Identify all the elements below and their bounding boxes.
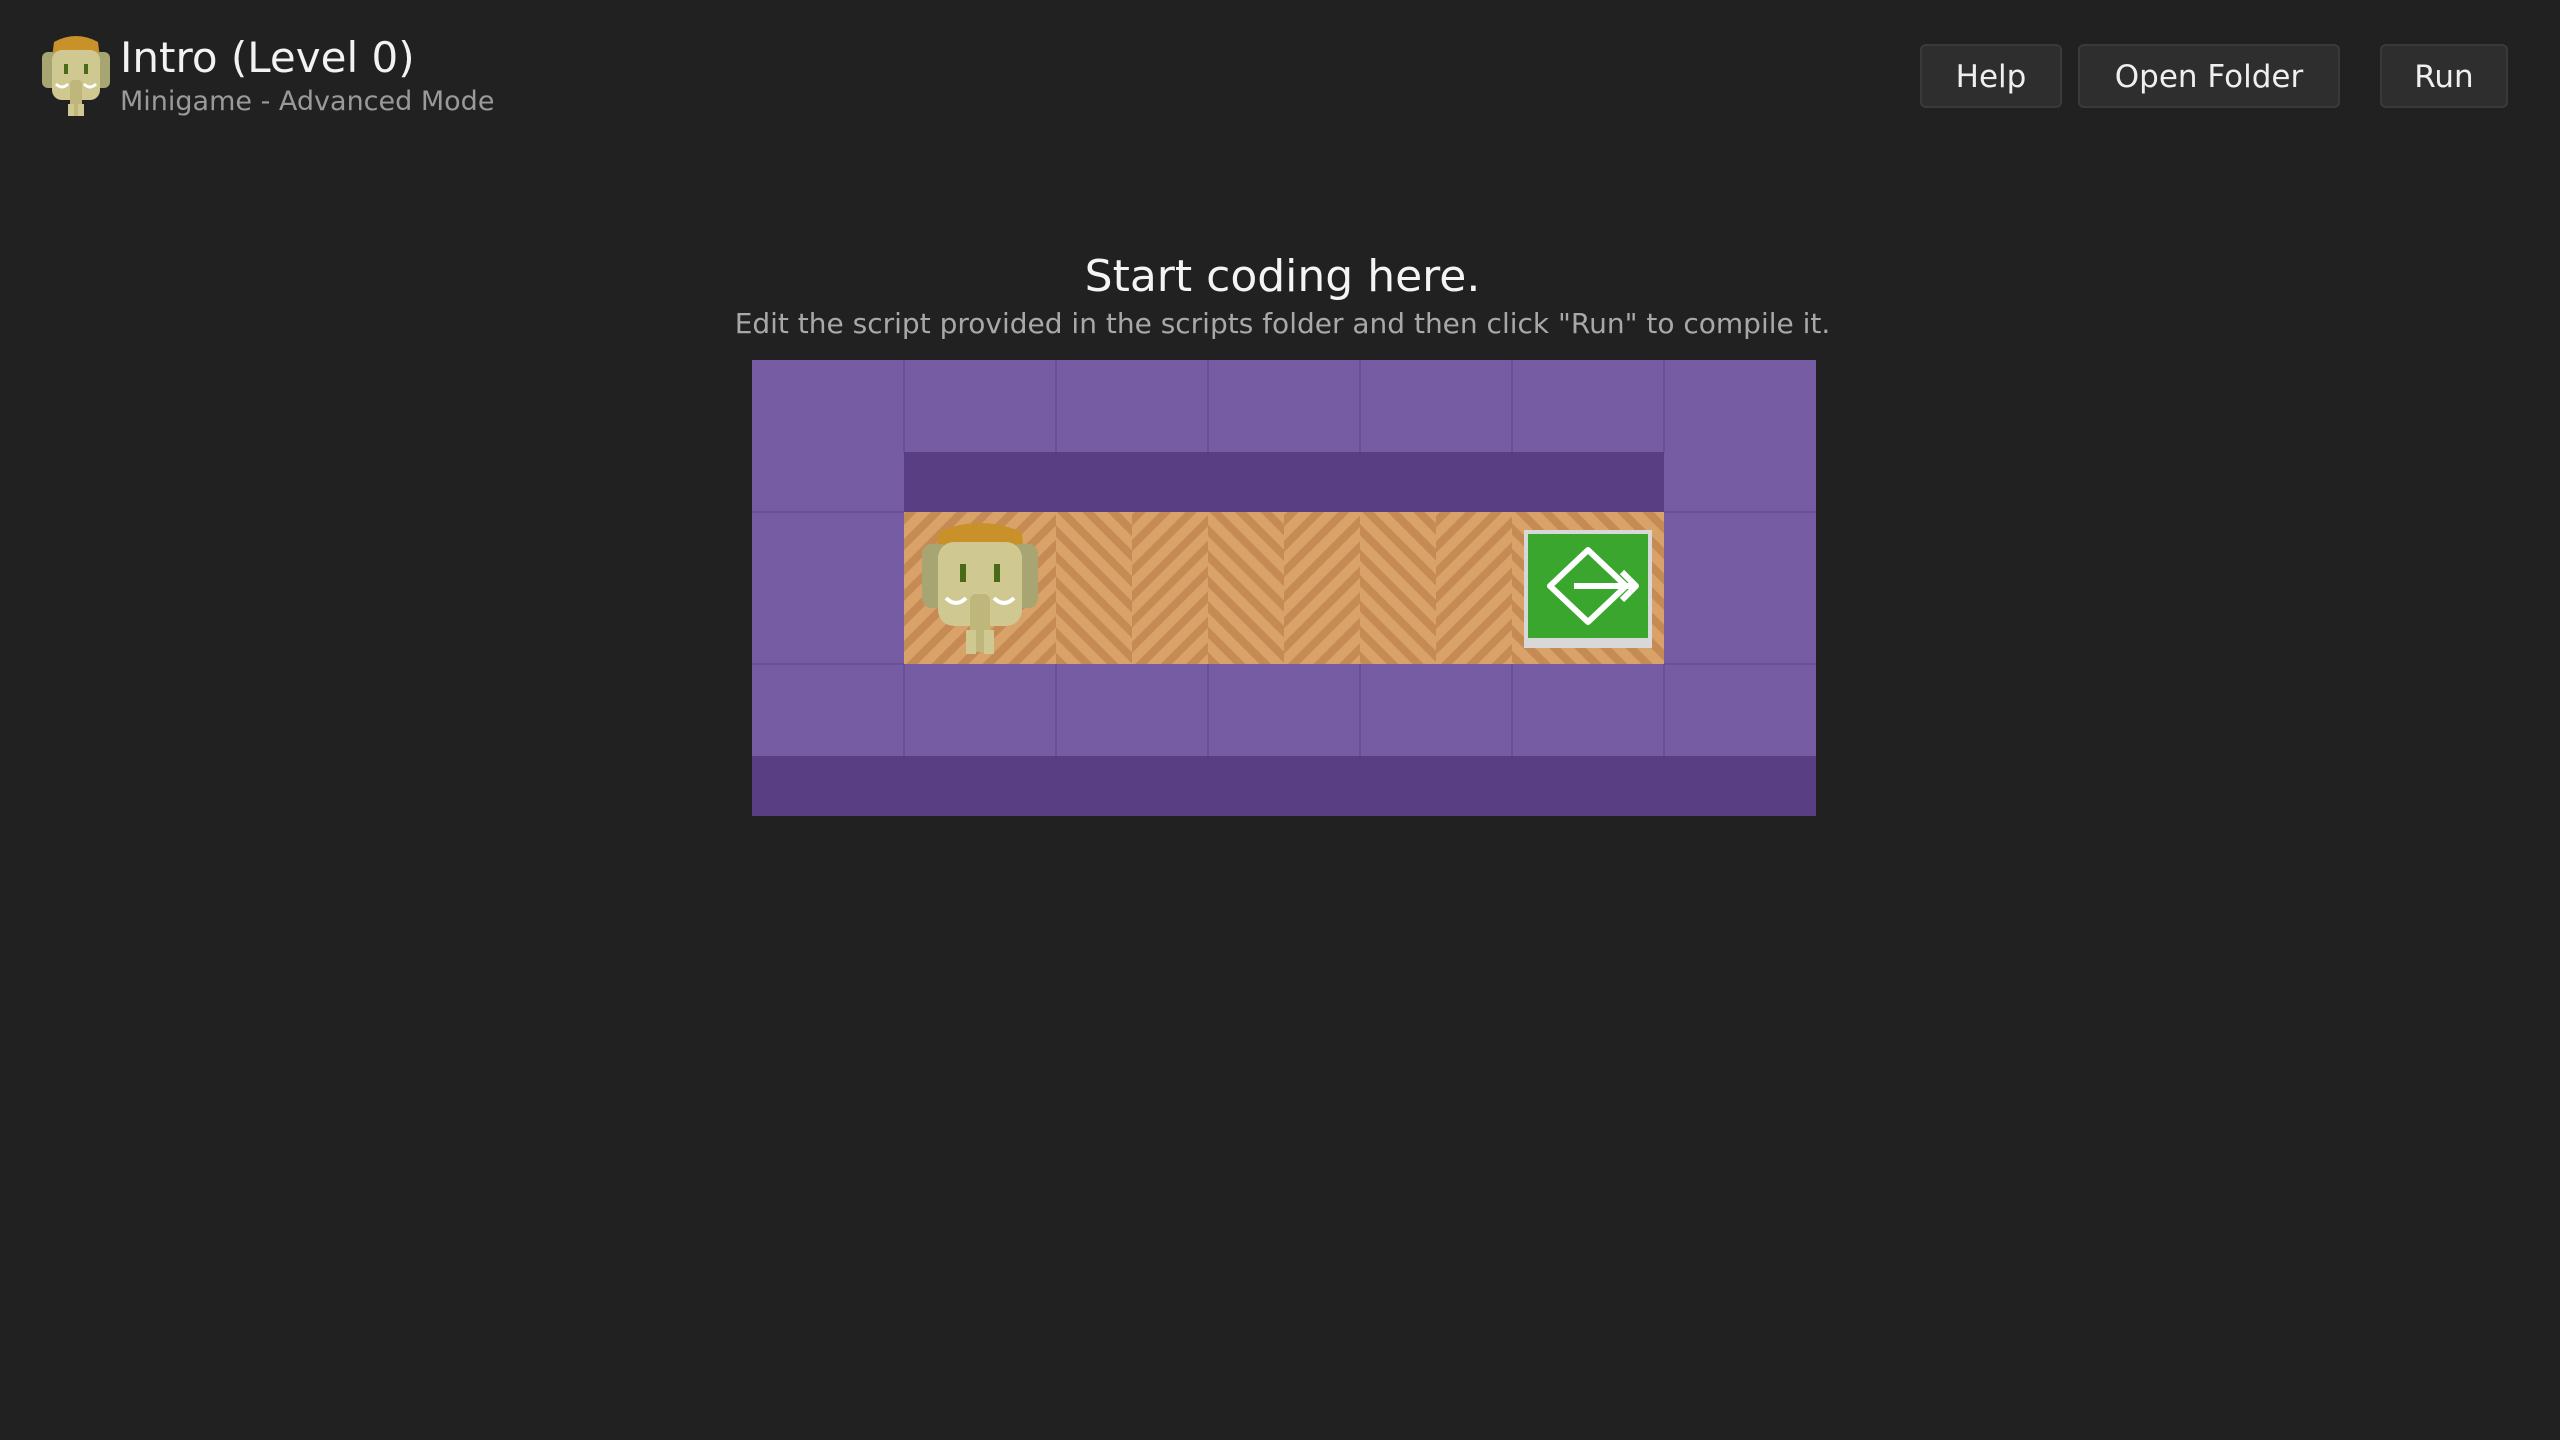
main-heading: Start coding here.	[1084, 251, 1481, 302]
elephant-avatar-icon	[42, 36, 110, 116]
instruction-text: Edit the script provided in the scripts …	[734, 307, 1831, 340]
open-folder-button[interactable]: Open Folder	[2078, 44, 2340, 108]
level-title: Intro (Level 0)	[120, 33, 415, 82]
help-button[interactable]: Help	[1920, 44, 2062, 108]
exit-door-icon	[1524, 530, 1652, 648]
mode-subtitle: Minigame - Advanced Mode	[120, 86, 495, 117]
game-board	[752, 360, 1816, 816]
wall-shadow-bottom	[752, 756, 1816, 816]
run-button[interactable]: Run	[2380, 44, 2508, 108]
app-avatar	[42, 34, 110, 118]
wall-shadow-top	[904, 452, 1664, 512]
